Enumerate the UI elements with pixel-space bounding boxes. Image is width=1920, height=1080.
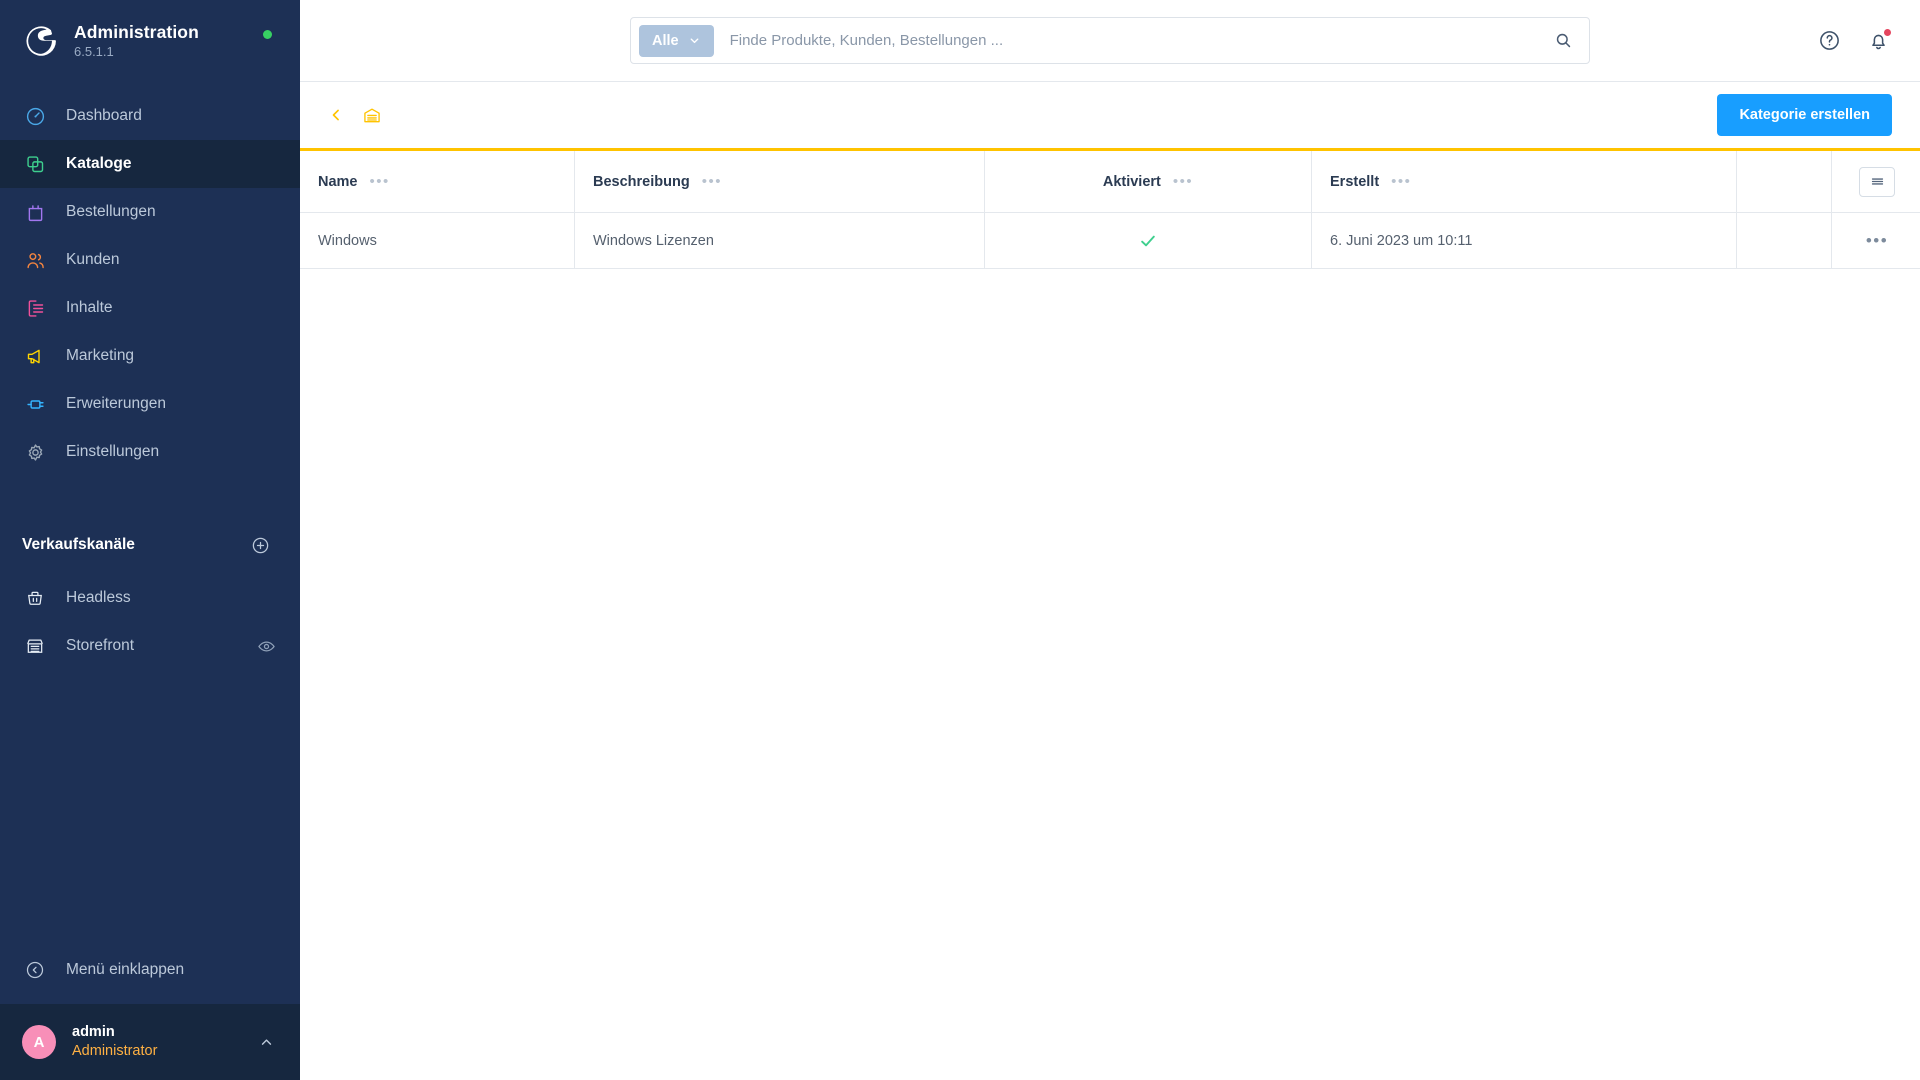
brand-title: Administration [74, 22, 199, 43]
column-label: Aktiviert [1102, 173, 1161, 190]
column-label: Erstellt [1330, 173, 1380, 190]
column-label: Beschreibung [593, 173, 690, 190]
sidebar-item-label: Erweiterungen [66, 395, 166, 413]
sidebar-item-label: Dashboard [66, 107, 142, 125]
create-category-button[interactable]: Kategorie erstellen [1717, 94, 1892, 136]
sidebar-item-erweiterungen[interactable]: Erweiterungen [0, 380, 300, 428]
extensions-icon [22, 391, 48, 417]
sales-channel-label: Headless [66, 589, 131, 606]
cell-description: Windows Lizenzen [575, 213, 985, 269]
avatar: A [22, 1025, 56, 1059]
dashboard-icon [22, 103, 48, 129]
column-header-aktiviert[interactable]: Aktiviert ••• [985, 151, 1312, 213]
column-menu-icon[interactable]: ••• [1391, 173, 1411, 190]
search-input[interactable] [729, 32, 1548, 49]
sales-channel-storefront[interactable]: Storefront [0, 622, 300, 670]
check-icon [1138, 231, 1158, 251]
row-menu-icon[interactable]: ••• [1866, 231, 1888, 251]
chevron-up-icon[interactable] [257, 1033, 276, 1052]
basket-icon [22, 585, 48, 611]
chevron-left-circle-icon [22, 957, 48, 983]
collapse-menu-label: Menü einklappen [66, 961, 185, 978]
column-header-settings [1832, 151, 1920, 213]
cell-created: 6. Juni 2023 um 10:11 [1312, 213, 1737, 269]
shopware-logo-icon [22, 22, 60, 60]
cell-name: Windows [300, 213, 575, 269]
sidebar-item-inhalte[interactable]: Inhalte [0, 284, 300, 332]
list-settings-icon[interactable] [1859, 166, 1895, 197]
table-row[interactable]: Windows Windows Lizenzen 6. Juni 2023 um… [300, 213, 1920, 269]
chevron-left-icon[interactable] [326, 105, 346, 125]
settings-gear-icon [22, 439, 48, 465]
status-dot-online-icon [263, 30, 272, 39]
notification-badge [1883, 28, 1892, 37]
table-header-row: Name ••• Beschreibung ••• Aktiviert ••• … [300, 151, 1920, 213]
search-scope-dropdown[interactable]: Alle [639, 24, 714, 57]
cell-actions: ••• [1832, 213, 1920, 269]
brand-version: 6.5.1.1 [74, 43, 114, 59]
sales-channel-headless[interactable]: Headless [0, 574, 300, 622]
column-menu-icon[interactable]: ••• [1173, 173, 1193, 190]
catalogs-icon [22, 151, 48, 177]
column-menu-icon[interactable]: ••• [370, 173, 390, 190]
column-label: Name [318, 173, 358, 190]
cell-active [985, 213, 1312, 269]
sales-channel-label: Storefront [66, 637, 135, 654]
column-header-name[interactable]: Name ••• [300, 151, 575, 213]
search-scope-label: Alle [652, 32, 679, 49]
sidebar-item-kataloge[interactable]: Kataloge [0, 140, 300, 188]
user-name: admin [72, 1024, 115, 1041]
sidebar-item-label: Inhalte [66, 299, 113, 317]
sidebar-item-label: Bestellungen [66, 203, 156, 221]
column-header-erstellt[interactable]: Erstellt ••• [1312, 151, 1737, 213]
sidebar-item-kunden[interactable]: Kunden [0, 236, 300, 284]
sidebar-item-bestellungen[interactable]: Bestellungen [0, 188, 300, 236]
sidebar-item-label: Einstellungen [66, 443, 160, 461]
warehouse-icon[interactable] [362, 105, 382, 125]
content-icon [22, 295, 48, 321]
brand-header[interactable]: Administration 6.5.1.1 [0, 0, 300, 80]
sidebar-item-dashboard[interactable]: Dashboard [0, 92, 300, 140]
eye-icon[interactable] [257, 637, 276, 656]
global-search: Alle [630, 17, 1590, 64]
help-icon[interactable] [1818, 29, 1841, 52]
user-profile-bar[interactable]: A admin Administrator [0, 1004, 300, 1080]
app-root: Administration 6.5.1.1 Dashboard Katalog… [0, 0, 1920, 1080]
cell-spacer [1737, 213, 1832, 269]
chevron-down-icon [688, 34, 701, 47]
sales-channels-title: Verkaufskanäle [22, 536, 135, 553]
sidebar-item-marketing[interactable]: Marketing [0, 332, 300, 380]
sidebar-item-label: Marketing [66, 347, 135, 365]
collapse-menu-button[interactable]: Menü einklappen [0, 946, 300, 994]
topbar: Alle [300, 0, 1920, 82]
column-header-beschreibung[interactable]: Beschreibung ••• [575, 151, 985, 213]
sidebar-item-einstellungen[interactable]: Einstellungen [0, 428, 300, 476]
storefront-icon [22, 633, 48, 659]
orders-icon [22, 199, 48, 225]
topbar-actions [1818, 28, 1892, 52]
page-toolbar: Kategorie erstellen [300, 82, 1920, 148]
notifications-icon[interactable] [1867, 28, 1892, 52]
sidebar: Administration 6.5.1.1 Dashboard Katalog… [0, 0, 300, 1080]
column-menu-icon[interactable]: ••• [702, 173, 722, 190]
main-area: Alle Finde Produkte, Kunden, Bestellunge… [300, 0, 1920, 1080]
sales-channel-list: Headless Storefront [0, 574, 300, 670]
plus-circle-icon[interactable] [251, 536, 270, 555]
marketing-icon [22, 343, 48, 369]
category-table: Name ••• Beschreibung ••• Aktiviert ••• … [300, 151, 1920, 1080]
user-role: Administrator [72, 1043, 158, 1059]
column-header-spacer [1737, 151, 1832, 213]
search-icon[interactable] [1548, 31, 1579, 50]
main-navigation: Dashboard Kataloge Bestellungen Kunden I… [0, 92, 300, 476]
sidebar-item-label: Kataloge [66, 155, 132, 173]
breadcrumb [326, 105, 382, 125]
sidebar-item-label: Kunden [66, 251, 120, 269]
customers-icon [22, 247, 48, 273]
sales-channels-header: Verkaufskanäle [0, 528, 300, 562]
